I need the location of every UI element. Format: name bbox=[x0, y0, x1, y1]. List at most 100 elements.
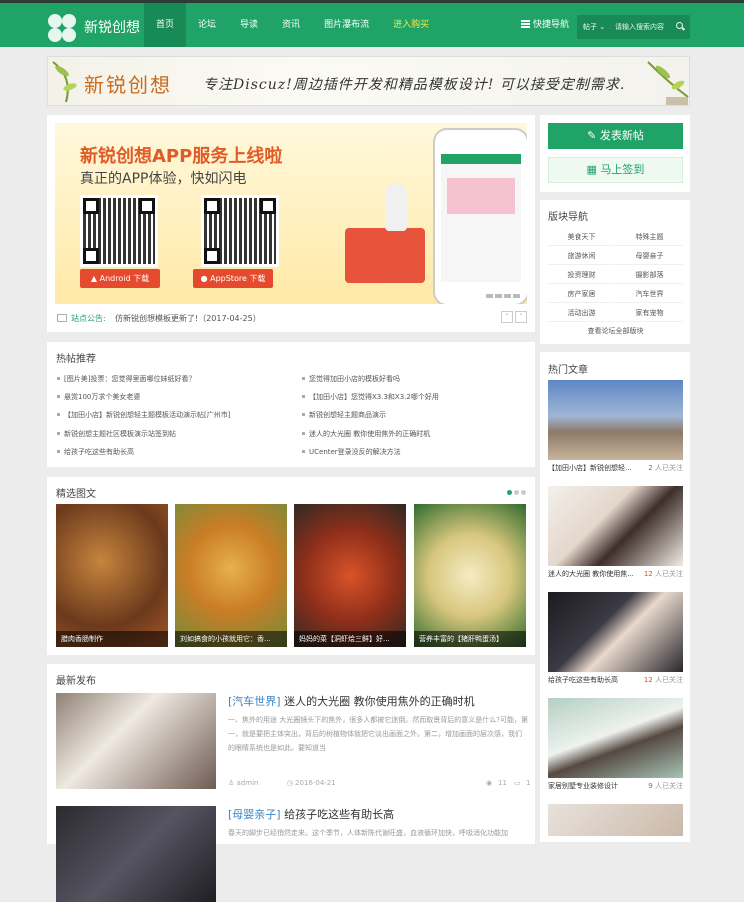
nav-buy[interactable]: 进入购买 bbox=[381, 3, 441, 47]
forum-link[interactable]: 家有宠物 bbox=[616, 304, 683, 322]
chevron-down-icon: ⌄ bbox=[599, 23, 606, 31]
slider-dot[interactable] bbox=[513, 294, 520, 298]
post-title[interactable]: [母婴亲子] 给孩子吃这些有助长高 bbox=[228, 806, 394, 822]
gallery-item[interactable]: 营养丰富的【猪肝鸭蛋汤】 bbox=[414, 504, 526, 647]
hot-article-image[interactable] bbox=[548, 592, 683, 672]
pager-dot[interactable] bbox=[514, 490, 519, 495]
user-icon: ♙ bbox=[228, 779, 235, 787]
pager-dot[interactable] bbox=[507, 490, 512, 495]
hot-article-title[interactable]: 【加田小店】新锐创想轻... bbox=[548, 464, 632, 472]
forum-link[interactable]: 投资理财 bbox=[548, 266, 615, 284]
search-input[interactable] bbox=[615, 19, 675, 35]
hot-article-followers: 12 人已关注 bbox=[643, 570, 683, 578]
hot-post-item[interactable]: 迷人的大光圈 教你使用焦外的正确时机 bbox=[302, 429, 430, 439]
notice-label: 站点公告: bbox=[71, 314, 106, 323]
app-promo-banner[interactable]: 新锐创想APP服务上线啦 真正的APP体验，快如闪电 ▲ Android 下载 … bbox=[55, 123, 527, 304]
chevron-up-icon[interactable]: ˄ bbox=[501, 311, 513, 323]
new-post-label: 发表新帖 bbox=[599, 129, 644, 142]
hot-article[interactable] bbox=[548, 804, 683, 836]
android-icon: ▲ bbox=[90, 274, 100, 283]
post-date: 2016-04-21 bbox=[295, 779, 336, 787]
post-author[interactable]: admin bbox=[237, 779, 259, 787]
hot-article[interactable]: 给孩子吃这些有助长高 12 人已关注 bbox=[548, 592, 683, 688]
forum-link[interactable]: 特殊主题 bbox=[616, 228, 683, 246]
hot-article-title[interactable]: 迷人的大光圈 教你使用焦... bbox=[548, 570, 634, 578]
nav-forum[interactable]: 论坛 bbox=[186, 3, 228, 47]
phone-mockup-illustration bbox=[433, 128, 527, 304]
logo-text[interactable]: 新锐创想 bbox=[84, 17, 140, 37]
nav-guide[interactable]: 导读 bbox=[228, 3, 270, 47]
hot-post-item[interactable]: 悬赏100万求个美女老婆 bbox=[57, 392, 140, 402]
hot-article-followers: 9 人已关注 bbox=[648, 782, 683, 790]
post-excerpt: 一、焦外的用途 大光圈镜头下的焦外，很多人都被它迷倒。然而取景背后的意义是什么?… bbox=[228, 716, 528, 752]
latest-post[interactable]: [汽车世界] 迷人的大光圈 教你使用焦外的正确时机 一、焦外的用途 大光圈镜头下… bbox=[56, 693, 530, 793]
android-download-button[interactable]: ▲ Android 下载 bbox=[80, 269, 160, 288]
apple-icon: ● bbox=[200, 274, 211, 283]
hot-post-item[interactable]: 您觉得加田小店的模板好看吗 bbox=[302, 374, 400, 384]
hot-post-item[interactable]: 【加田小店】新锐创想轻主题模板活动演示帖[广州市] bbox=[57, 410, 230, 420]
nav-waterfall[interactable]: 图片瀑布流 bbox=[312, 3, 381, 47]
hot-article[interactable]: 家居别墅专业装修设计 9 人已关注 bbox=[548, 698, 683, 794]
hot-article-image[interactable] bbox=[548, 380, 683, 460]
slider-dot[interactable] bbox=[495, 294, 502, 298]
search-type-select[interactable]: 帖子 ⌄ bbox=[583, 22, 605, 32]
search-type-label: 帖子 bbox=[583, 23, 597, 31]
site-notice: 站点公告: 仿新锐创想模板更新了!（2017-04-25） ˄ ˅ bbox=[55, 311, 527, 327]
all-forums-link[interactable]: 查看论坛全部版块 bbox=[548, 326, 683, 336]
forum-link[interactable]: 汽车世界 bbox=[616, 285, 683, 303]
gallery-item[interactable]: 刘如搞食的小孩就用它：香... bbox=[175, 504, 287, 647]
hot-article[interactable]: 【加田小店】新锐创想轻... 2 人已关注 bbox=[548, 380, 683, 476]
hot-article-image[interactable] bbox=[548, 804, 683, 836]
slider-dot[interactable] bbox=[504, 294, 511, 298]
post-category[interactable]: [母婴亲子] bbox=[228, 808, 281, 821]
new-post-button[interactable]: ✎ 发表新帖 bbox=[548, 123, 683, 149]
hot-article-image[interactable] bbox=[548, 698, 683, 778]
hot-article-title[interactable]: 家居别墅专业装修设计 bbox=[548, 782, 618, 790]
gallery-caption: 妈妈的菜【洞虾烩三鲜】好... bbox=[294, 631, 406, 647]
forum-link[interactable]: 房产家居 bbox=[548, 285, 615, 303]
forum-link[interactable]: 旅游休闲 bbox=[548, 247, 615, 265]
hot-post-item[interactable]: 新锐创想轻主题商品演示 bbox=[302, 410, 386, 420]
hot-post-item[interactable]: 【加田小店】您觉得X3.3和X3.2哪个好用 bbox=[302, 392, 439, 402]
latest-title: 最新发布 bbox=[56, 676, 96, 687]
hot-post-item[interactable]: [图片美]投票：您觉得里面哪位妹纸好看？ bbox=[57, 374, 195, 384]
gallery-item[interactable]: 腊肉香肠制作 bbox=[56, 504, 168, 647]
notice-text[interactable]: 仿新锐创想模板更新了!（2017-04-25） bbox=[115, 313, 261, 324]
hot-post-item[interactable]: UCenter登录没反的解决方法 bbox=[302, 447, 401, 457]
android-download-label: Android 下载 bbox=[99, 274, 150, 283]
app-promo-title: 新锐创想APP服务上线啦 bbox=[80, 146, 283, 167]
forum-link[interactable]: 母婴亲子 bbox=[616, 247, 683, 265]
search-icon[interactable] bbox=[676, 22, 683, 29]
hot-post-item[interactable]: 新锐创想主题社区模板演示站签到帖 bbox=[57, 429, 176, 439]
post-category[interactable]: [汽车世界] bbox=[228, 695, 281, 708]
post-title[interactable]: [汽车世界] 迷人的大光圈 教你使用焦外的正确时机 bbox=[228, 693, 475, 709]
main-nav: 首页 论坛 导读 资讯 图片瀑布流 进入购买 bbox=[144, 3, 441, 47]
hot-article[interactable]: 迷人的大光圈 教你使用焦... 12 人已关注 bbox=[548, 486, 683, 582]
clock-icon: ◷ bbox=[286, 779, 293, 787]
chevron-down-icon[interactable]: ˅ bbox=[515, 311, 527, 323]
slider-dot[interactable] bbox=[486, 294, 493, 298]
hot-post-item[interactable]: 给孩子吃这些有助长高 bbox=[57, 447, 134, 457]
sign-in-button[interactable]: ▦ 马上签到 bbox=[548, 157, 683, 183]
gallery-caption: 腊肉香肠制作 bbox=[56, 631, 168, 647]
quick-nav-button[interactable]: 快捷导航 bbox=[521, 17, 569, 30]
banner-slogan: 专注Discuz!周边插件开发和精品模板设计! 可以接受定制需求. bbox=[203, 77, 626, 93]
appstore-download-button[interactable]: ● AppStore 下载 bbox=[193, 269, 273, 288]
hot-article-image[interactable] bbox=[548, 486, 683, 566]
logo-icon[interactable] bbox=[47, 12, 79, 44]
nav-home[interactable]: 首页 bbox=[144, 3, 187, 47]
hot-posts-title: 热帖推荐 bbox=[56, 354, 96, 365]
latest-post[interactable]: [母婴亲子] 给孩子吃这些有助长高 春天的脚步已经悄然走来。这个季节，人体新陈代… bbox=[56, 806, 526, 902]
post-thumbnail[interactable] bbox=[56, 693, 216, 789]
site-banner[interactable]: 新锐创想 专注Discuz!周边插件开发和精品模板设计! 可以接受定制需求. bbox=[47, 56, 690, 106]
hot-article-title[interactable]: 给孩子吃这些有助长高 bbox=[548, 676, 618, 684]
forum-link[interactable]: 活动出游 bbox=[548, 304, 615, 322]
post-thumbnail[interactable] bbox=[56, 806, 216, 902]
forum-link[interactable]: 摄影部落 bbox=[616, 266, 683, 284]
pager-dot[interactable] bbox=[521, 490, 526, 495]
nav-news[interactable]: 资讯 bbox=[270, 3, 312, 47]
monitor-illustration bbox=[345, 228, 425, 283]
gallery-item[interactable]: 妈妈的菜【洞虾烩三鲜】好... bbox=[294, 504, 406, 647]
forum-link[interactable]: 美食天下 bbox=[548, 228, 615, 246]
search-box: 帖子 ⌄ bbox=[577, 15, 690, 39]
